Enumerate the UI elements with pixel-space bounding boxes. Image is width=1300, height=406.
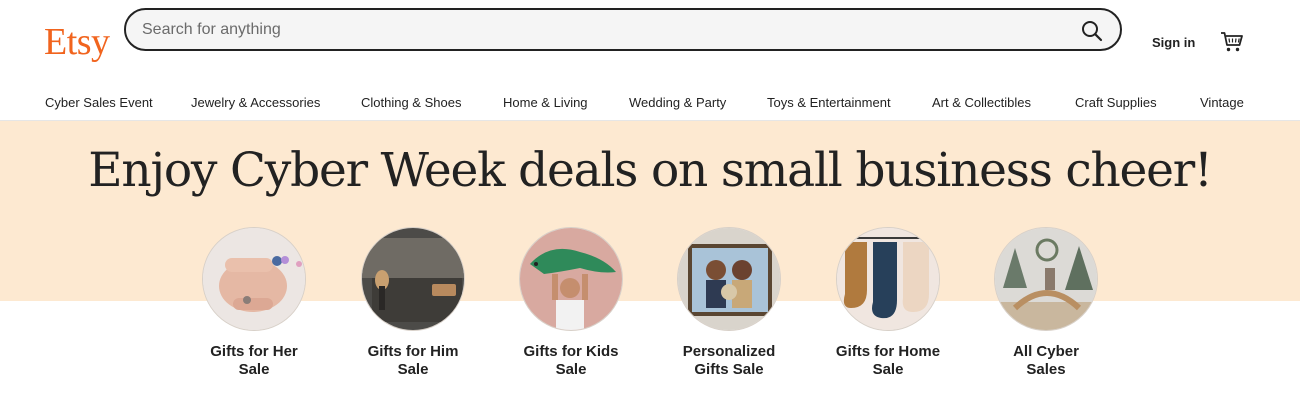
- grooming-kit-photo: [361, 227, 465, 331]
- category-label: Personalized Gifts Sale: [682, 343, 776, 378]
- search-icon[interactable]: [1080, 19, 1104, 43]
- category-gifts-for-him[interactable]: Gifts for Him Sale: [333, 227, 493, 379]
- stockings-photo: [836, 227, 940, 331]
- etsy-logo[interactable]: Etsy: [44, 20, 110, 64]
- nav-item-clothing-shoes[interactable]: Clothing & Shoes: [361, 95, 461, 110]
- child-dinosaur-photo: [519, 227, 623, 331]
- nav-item-art-collectibles[interactable]: Art & Collectibles: [932, 95, 1031, 110]
- search-input[interactable]: [142, 18, 1042, 42]
- category-personalized-gifts[interactable]: Personalized Gifts Sale: [649, 227, 809, 379]
- category-label: Gifts for Her Sale: [210, 343, 298, 378]
- nav-item-home-living[interactable]: Home & Living: [503, 95, 588, 110]
- category-all-cyber-sales[interactable]: All Cyber Sales: [966, 227, 1126, 379]
- nav-item-toys-entertainment[interactable]: Toys & Entertainment: [767, 95, 891, 110]
- holiday-decor-photo: [994, 227, 1098, 331]
- category-label: All Cyber Sales: [1013, 343, 1079, 378]
- nav-item-jewelry-accessories[interactable]: Jewelry & Accessories: [191, 95, 320, 110]
- nav-item-craft-supplies[interactable]: Craft Supplies: [1075, 95, 1157, 110]
- category-label: Gifts for Home Sale: [835, 343, 941, 378]
- category-nav: Cyber Sales Event Jewelry & Accessories …: [0, 86, 1300, 121]
- site-header: Etsy Sign in: [0, 0, 1300, 86]
- category-gifts-for-her[interactable]: Gifts for Her Sale: [174, 227, 334, 379]
- nav-item-vintage[interactable]: Vintage: [1200, 95, 1244, 110]
- category-label: Gifts for Him Sale: [367, 343, 459, 378]
- hand-rings-photo: [202, 227, 306, 331]
- category-label: Gifts for Kids Sale: [523, 343, 619, 378]
- cart-icon[interactable]: [1220, 30, 1244, 54]
- hero-headline: Enjoy Cyber Week deals on small business…: [88, 143, 1213, 198]
- nav-item-wedding-party[interactable]: Wedding & Party: [629, 95, 726, 110]
- family-portrait-photo: [677, 227, 781, 331]
- search-bar[interactable]: [124, 8, 1122, 51]
- sign-in-link[interactable]: Sign in: [1152, 35, 1195, 50]
- category-gifts-for-kids[interactable]: Gifts for Kids Sale: [491, 227, 651, 379]
- category-gifts-for-home[interactable]: Gifts for Home Sale: [808, 227, 968, 379]
- nav-item-cyber-sales-event[interactable]: Cyber Sales Event: [45, 95, 153, 110]
